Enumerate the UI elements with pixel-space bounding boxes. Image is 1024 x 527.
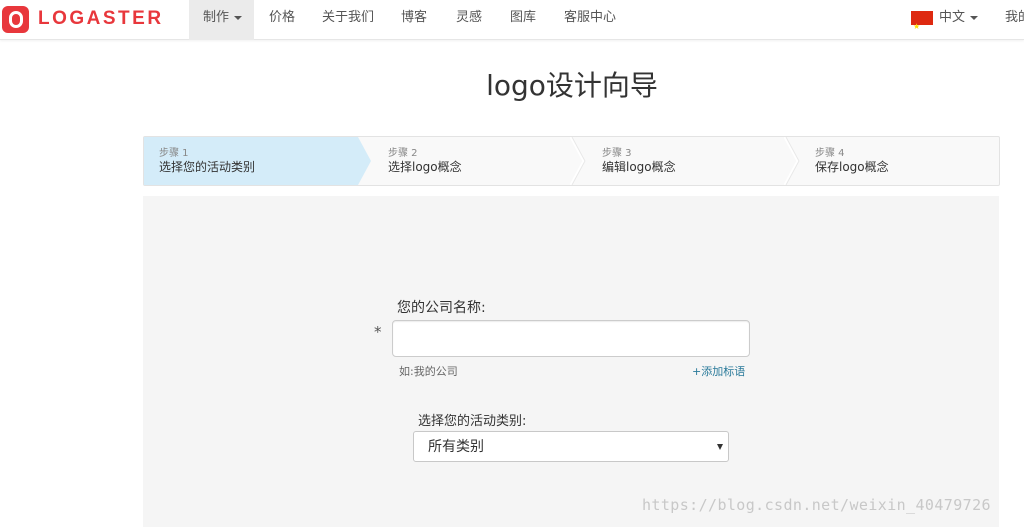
logo-mark-icon (2, 5, 29, 33)
step-label: 选择logo概念 (388, 160, 462, 174)
step-number: 步骤 4 (815, 148, 845, 159)
account-label: 我的 (1005, 10, 1024, 25)
step-arrow (358, 137, 371, 185)
nav-item-pricing[interactable]: 价格 (269, 0, 295, 40)
step-4[interactable]: 步骤 4 保存logo概念 (800, 137, 1000, 185)
nav-item-label: 博客 (401, 10, 428, 25)
required-mark: * (374, 323, 382, 341)
step-separator (570, 137, 586, 185)
step-label: 编辑logo概念 (602, 160, 676, 174)
watermark: https://blog.csdn.net/weixin_40479726 (642, 496, 991, 514)
step-number: 步骤 1 (159, 148, 189, 159)
nav-item-account[interactable]: 我的 (1005, 0, 1024, 40)
step-3[interactable]: 步骤 3 编辑logo概念 (587, 137, 787, 185)
step-separator (784, 137, 800, 185)
company-name-hint: 如:我的公司 (399, 365, 458, 378)
company-name-label: 您的公司名称: (397, 300, 486, 316)
nav-item-label: 灵感 (456, 10, 483, 25)
nav-item-label: 客服中心 (564, 10, 617, 25)
step-2[interactable]: 步骤 2 选择logo概念 (373, 137, 573, 185)
nav-item-label: 价格 (269, 10, 296, 25)
nav-item-label: 图库 (510, 10, 537, 25)
step-1[interactable]: 步骤 1 选择您的活动类别 (144, 137, 358, 185)
language-selector[interactable]: 中文 (911, 0, 979, 45)
company-name-input[interactable] (392, 320, 750, 357)
china-flag-icon (911, 9, 933, 45)
category-select[interactable]: 所有类别 (413, 431, 729, 462)
form-panel (143, 196, 999, 527)
add-slogan-link[interactable]: +添加标语 (692, 363, 745, 379)
top-navbar: LOGASTER 制作 价格 关于我们 博客 灵感 图库 客服中心 中文 我的 (0, 0, 1024, 45)
nav-item-about[interactable]: 关于我们 (322, 0, 374, 40)
wizard-steps: 步骤 1 选择您的活动类别 步骤 2 选择logo概念 步骤 3 编辑logo概… (143, 136, 1000, 186)
step-number: 步骤 2 (388, 148, 418, 159)
category-label: 选择您的活动类别: (418, 414, 527, 429)
step-label: 保存logo概念 (815, 160, 889, 174)
dropdown-arrow-icon (717, 444, 723, 450)
nav-item-support[interactable]: 客服中心 (564, 0, 616, 40)
category-selected-value: 所有类别 (428, 439, 484, 455)
language-label: 中文 (939, 10, 966, 25)
brand-name: LOGASTER (38, 8, 164, 29)
brand-logo[interactable]: LOGASTER (2, 5, 164, 33)
caret-down-icon (234, 15, 243, 20)
step-number: 步骤 3 (602, 148, 632, 159)
nav-item-label: 制作 (203, 10, 230, 25)
nav-item-create[interactable]: 制作 (189, 0, 254, 40)
page-title: logo设计向导 (486, 69, 658, 102)
caret-down-icon (970, 15, 979, 20)
nav-item-label: 关于我们 (322, 10, 375, 25)
nav-item-gallery[interactable]: 图库 (510, 0, 536, 40)
step-label: 选择您的活动类别 (159, 160, 256, 174)
nav-item-blog[interactable]: 博客 (401, 0, 427, 40)
nav-item-inspiration[interactable]: 灵感 (456, 0, 482, 40)
